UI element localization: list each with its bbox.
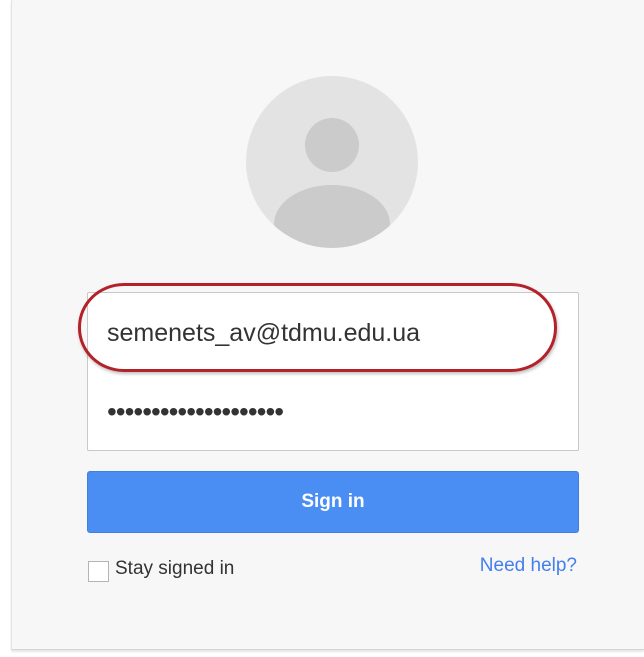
- password-input[interactable]: [87, 373, 579, 451]
- email-input[interactable]: [87, 292, 579, 374]
- stay-signed-in-control[interactable]: Stay signed in: [88, 556, 234, 582]
- stay-signed-in-label[interactable]: Stay signed in: [115, 558, 234, 580]
- avatar-head-shape: [305, 118, 359, 172]
- sign-in-button[interactable]: Sign in: [87, 471, 579, 533]
- stay-signed-in-checkbox[interactable]: [88, 561, 109, 582]
- need-help-link[interactable]: Need help?: [480, 555, 577, 577]
- default-user-avatar-icon: [246, 76, 418, 248]
- avatar-silhouette: [274, 118, 390, 248]
